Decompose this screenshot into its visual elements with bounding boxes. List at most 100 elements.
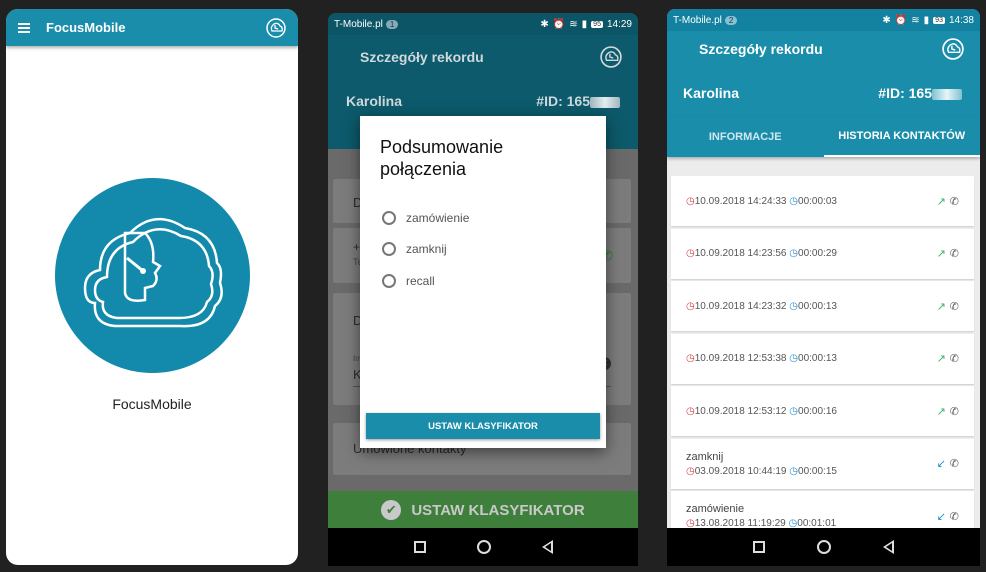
tab-information[interactable]: INFORMACJE bbox=[667, 117, 824, 157]
clock-icon: ◷ bbox=[686, 353, 695, 364]
recent-apps-icon[interactable] bbox=[413, 541, 426, 553]
phone-icon: ✆ bbox=[949, 195, 959, 208]
screen-title: Szczegóły rekordu bbox=[699, 41, 823, 57]
clock-icon: ◷ bbox=[686, 405, 695, 417]
record-id: #ID: 165 bbox=[878, 85, 962, 117]
contact-info: zamknij ◷03.09.2018 10:44:19 ◷00:00:15 bbox=[686, 451, 937, 477]
timer-icon: ◷ bbox=[789, 195, 799, 207]
tab-contact-history[interactable]: HISTORIA KONTAKTÓW bbox=[823, 117, 980, 157]
status-bar: T-Mobile.pl 2 ✱ ⏰ ≋ ▮ 93 14:38 bbox=[667, 9, 980, 31]
record-name: Karolina bbox=[683, 85, 740, 101]
incoming-call-icon: ↙ bbox=[936, 510, 946, 523]
battery-level: 93 bbox=[933, 16, 945, 24]
contact-info: ◷10.09.2018 12:53:38 ◷00:00:13 bbox=[686, 353, 937, 364]
outgoing-call-icon: ↗ bbox=[936, 248, 946, 260]
screen-title: Szczegóły rekordu bbox=[360, 49, 484, 65]
phone-icon: ✆ bbox=[949, 405, 959, 418]
app-logo-icon[interactable] bbox=[266, 17, 286, 38]
wifi-icon: ≋ bbox=[569, 18, 578, 30]
radio-option-order[interactable]: zamówienie bbox=[382, 211, 469, 225]
app-logo-icon[interactable] bbox=[600, 46, 622, 68]
contact-date: 03.09.2018 10:44:19 bbox=[694, 465, 787, 477]
radio-button[interactable] bbox=[382, 211, 396, 225]
timer-icon: ◷ bbox=[789, 248, 799, 259]
contact-history-item[interactable]: ◷10.09.2018 14:24:33 ◷00:00:03 ↗ ✆ bbox=[671, 176, 974, 226]
timer-icon: ◷ bbox=[789, 300, 799, 312]
menu-icon[interactable] bbox=[18, 21, 30, 35]
contact-history-item[interactable]: ◷10.09.2018 12:53:12 ◷00:00:16 ↗ ✆ bbox=[671, 386, 974, 436]
status-time: 14:38 bbox=[948, 14, 974, 26]
contact-duration: 00:00:29 bbox=[798, 248, 837, 259]
android-nav-bar bbox=[667, 528, 980, 566]
clock-icon: ◷ bbox=[686, 465, 695, 477]
timer-icon: ◷ bbox=[789, 353, 799, 364]
app-bar: Szczegóły rekordu bbox=[667, 31, 980, 67]
clock-icon: ◷ bbox=[686, 195, 695, 207]
set-classifier-bar-button[interactable]: ✔ USTAW KLASYFIKATOR bbox=[328, 491, 638, 529]
sim-badge: 2 bbox=[724, 15, 738, 25]
contact-history-item[interactable]: ◷10.09.2018 14:23:32 ◷00:00:13 ↗ ✆ bbox=[671, 281, 974, 331]
alarm-icon: ⏰ bbox=[552, 18, 566, 30]
radio-option-recall[interactable]: recall bbox=[382, 274, 435, 288]
bluetooth-icon: ✱ bbox=[882, 14, 891, 26]
outgoing-call-icon: ↗ bbox=[936, 405, 946, 418]
contact-duration: 00:00:16 bbox=[798, 405, 837, 417]
wifi-icon: ≋ bbox=[911, 14, 920, 26]
phone-icon: ✆ bbox=[949, 510, 959, 523]
radio-button[interactable] bbox=[382, 274, 396, 288]
logo-label: FocusMobile bbox=[112, 396, 192, 412]
clock-icon: ◷ bbox=[686, 300, 695, 312]
app-logo-icon[interactable] bbox=[942, 38, 964, 60]
back-icon[interactable] bbox=[541, 540, 553, 554]
outgoing-call-icon: ↗ bbox=[936, 353, 946, 365]
contact-history-item[interactable]: ◷10.09.2018 14:23:56 ◷00:00:29 ↗ ✆ bbox=[671, 228, 974, 279]
recent-apps-icon[interactable] bbox=[753, 541, 765, 553]
contact-date: 10.09.2018 12:53:12 bbox=[694, 405, 787, 417]
phone-icon: ✆ bbox=[949, 248, 959, 260]
contact-duration: 00:00:13 bbox=[798, 300, 837, 312]
contact-duration: 00:00:15 bbox=[798, 465, 837, 477]
app-title: FocusMobile bbox=[46, 20, 126, 35]
contact-info: ◷10.09.2018 14:23:56 ◷00:00:29 bbox=[686, 248, 937, 259]
contact-info: ◷10.09.2018 14:24:33 ◷00:00:03 bbox=[686, 196, 937, 207]
android-nav-bar bbox=[328, 528, 638, 566]
app-bar: Szczegóły rekordu bbox=[328, 35, 638, 79]
home-icon[interactable] bbox=[817, 540, 831, 554]
back-icon[interactable] bbox=[883, 540, 894, 554]
timer-icon: ◷ bbox=[789, 465, 799, 477]
contact-history-list: ◷10.09.2018 14:24:33 ◷00:00:03 ↗ ✆ ◷10.09.2… bbox=[671, 176, 974, 544]
contact-info: zamówienie ◷13.08.2018 11:19:29 ◷00:01:01 bbox=[686, 503, 937, 529]
bluetooth-icon: ✱ bbox=[540, 18, 549, 30]
outgoing-call-icon: ↗ bbox=[936, 300, 946, 313]
status-bar: T-Mobile.pl 1 ✱ ⏰ ≋ ▮ 95 14:29 bbox=[328, 13, 638, 35]
status-time: 14:29 bbox=[606, 18, 632, 30]
clock-icon: ◷ bbox=[686, 248, 695, 259]
dialog-title: Podsumowanie połączenia bbox=[380, 137, 504, 179]
battery-level: 95 bbox=[591, 20, 603, 28]
call-summary-dialog: Podsumowanie połączenia zamówienie zamkn… bbox=[360, 116, 606, 448]
app-bar: FocusMobile bbox=[6, 9, 298, 46]
phone-contact-history: T-Mobile.pl 2 ✱ ⏰ ≋ ▮ 93 14:38 Szczegóły… bbox=[667, 9, 980, 566]
phone-icon: ✆ bbox=[949, 300, 959, 313]
home-icon[interactable] bbox=[476, 540, 491, 554]
tab-bar: INFORMACJE HISTORIA KONTAKTÓW bbox=[667, 117, 980, 157]
contact-history-item[interactable]: zamknij ◷03.09.2018 10:44:19 ◷00:00:15 ↙ ✆ bbox=[671, 438, 974, 489]
radio-button[interactable] bbox=[382, 242, 396, 256]
contact-result-label: zamknij bbox=[686, 450, 724, 463]
phone-call-summary-dialog: T-Mobile.pl 1 ✱ ⏰ ≋ ▮ 95 14:29 Szczegóły… bbox=[328, 13, 638, 566]
phone-icon: ✆ bbox=[949, 458, 959, 470]
contact-date: 10.09.2018 14:24:33 bbox=[694, 195, 787, 207]
set-classifier-button[interactable]: USTAW KLASYFIKATOR bbox=[366, 413, 600, 439]
contact-history-item[interactable]: ◷10.09.2018 12:53:38 ◷00:00:13 ↗ ✆ bbox=[671, 333, 974, 384]
contact-info: ◷10.09.2018 12:53:12 ◷00:00:16 bbox=[686, 406, 937, 417]
radio-option-close[interactable]: zamknij bbox=[382, 242, 447, 256]
incoming-call-icon: ↙ bbox=[936, 458, 946, 470]
contact-duration: 00:00:03 bbox=[798, 195, 837, 207]
timer-icon: ◷ bbox=[789, 405, 799, 417]
sim-badge: 1 bbox=[385, 19, 399, 29]
contact-result-label: zamówienie bbox=[686, 503, 745, 515]
phone-splash-screen: FocusMobile FocusMobile bbox=[6, 9, 298, 565]
phone-icon: ✆ bbox=[949, 353, 959, 365]
contact-date: 10.09.2018 12:53:38 bbox=[694, 353, 787, 364]
focus-logo bbox=[55, 178, 250, 373]
